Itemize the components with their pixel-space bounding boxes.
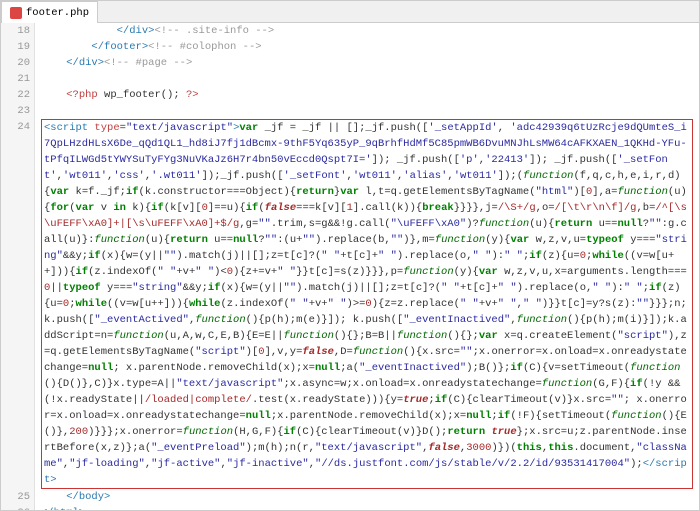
tab-bar: footer.php [1, 1, 699, 23]
line-number: 24 [1, 119, 30, 489]
code-line: </footer><!-- #colophon --> [41, 39, 699, 55]
code-line: <?php wp_footer(); ?> [41, 87, 699, 103]
php-file-icon [10, 7, 22, 19]
line-number: 19 [1, 39, 30, 55]
highlighted-script-block: <script type="text/javascript">var _jf =… [41, 119, 693, 489]
code-line: </body> [41, 489, 699, 505]
line-number: 20 [1, 55, 30, 71]
code-line [41, 103, 699, 119]
line-number-gutter: 18 19 20 21 22 23 24 25 26 [1, 23, 35, 510]
line-number: 26 [1, 505, 30, 510]
line-number: 21 [1, 71, 30, 87]
line-number: 18 [1, 23, 30, 39]
code-line: </div><!-- #page --> [41, 55, 699, 71]
line-number: 25 [1, 489, 30, 505]
code-content[interactable]: </div><!-- .site-info --> </footer><!-- … [35, 23, 699, 510]
code-area: 18 19 20 21 22 23 24 25 26 </div><!-- .s… [1, 23, 699, 510]
editor-window: footer.php 18 19 20 21 22 23 24 25 26 </… [0, 0, 700, 511]
code-line: </div><!-- .site-info --> [41, 23, 699, 39]
file-tab[interactable]: footer.php [1, 1, 98, 23]
code-line: </html> [41, 505, 699, 510]
line-number: 22 [1, 87, 30, 103]
line-number: 23 [1, 103, 30, 119]
code-line [41, 71, 699, 87]
tab-filename: footer.php [26, 7, 89, 19]
